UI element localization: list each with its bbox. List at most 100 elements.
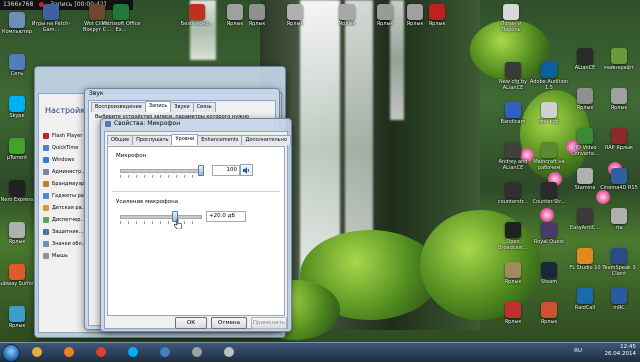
microphone-group: Микрофон 100 xyxy=(114,153,276,183)
desktop-icon[interactable]: Microsoft Office Ex... xyxy=(102,4,140,36)
mic-window-icon xyxy=(105,121,111,127)
mic-properties-window[interactable]: Свойства: Микрофон Общие Прослушать Уровни… xyxy=(100,118,292,332)
desktop-icon[interactable]: Open Broadcast... xyxy=(496,222,530,254)
desktop-icon[interactable]: Andrey and ALianCE xyxy=(496,142,530,174)
desktop-icon[interactable]: Skype xyxy=(0,96,34,128)
desktop-icon[interactable]: Ярлык xyxy=(532,302,566,334)
control-panel-item[interactable]: Защитник... xyxy=(43,228,83,236)
tab[interactable]: Запись xyxy=(144,101,172,112)
taskbar-app-button[interactable] xyxy=(154,345,176,359)
control-panel-item[interactable]: QuickTime xyxy=(43,144,78,152)
tab[interactable]: Дополнительно xyxy=(241,135,291,145)
cancel-button[interactable]: Отмена xyxy=(211,317,247,329)
taskbar-app-button[interactable] xyxy=(186,345,208,359)
speaker-icon xyxy=(242,166,249,174)
desktop-icon-label: Ярлык xyxy=(504,279,522,285)
shortcut-icon xyxy=(505,142,521,158)
desktop-icon[interactable]: FL Studio 10 xyxy=(568,248,602,280)
desktop-icon[interactable]: HD Video Converte... xyxy=(568,128,602,160)
shortcut-icon xyxy=(339,4,355,20)
control-panel-item[interactable]: Диспетчер... xyxy=(43,216,85,224)
desktop-icon[interactable]: Subway Surfers xyxy=(0,264,37,296)
desktop-icon[interactable]: Cinema4D R15 xyxy=(600,168,638,200)
desktop-icon-label: Maincraft на рабочем xyxy=(533,159,565,171)
sound-window-titlebar[interactable]: Звук xyxy=(85,89,279,99)
control-panel-item-icon xyxy=(43,133,49,139)
ok-button[interactable]: ОК xyxy=(175,317,207,329)
desktop-icon[interactable]: Ярлык xyxy=(0,222,34,254)
microphone-slider-track[interactable] xyxy=(120,169,202,173)
mic-window-titlebar[interactable]: Свойства: Микрофон xyxy=(101,119,291,129)
desktop-icon[interactable]: Bandicam xyxy=(496,102,530,134)
desktop-icon[interactable]: Ярлык xyxy=(496,262,530,294)
desktop-icon[interactable]: Ярлык xyxy=(330,4,364,36)
control-panel-item[interactable]: Администр... xyxy=(43,168,86,176)
taskbar-app-button[interactable] xyxy=(90,345,112,359)
microphone-value-field[interactable]: 100 xyxy=(212,165,240,176)
control-panel-item[interactable]: Брандмауэр xyxy=(43,180,84,188)
desktop-icon-label: Cinema4D R15 xyxy=(600,185,638,191)
desktop-icon[interactable]: Ярлык xyxy=(420,4,454,36)
tab[interactable]: Воспроизведение xyxy=(91,102,146,112)
desktop-icon[interactable]: TeamSpeak 3 Client xyxy=(602,248,636,280)
desktop-icon[interactable]: майнкрафт xyxy=(602,48,636,80)
desktop-icon[interactable]: Royal Quest xyxy=(532,222,566,254)
control-panel-item[interactable]: Windows xyxy=(43,156,74,164)
mic-window-body: Общие Прослушать Уровни Enhancements Дополни… xyxy=(104,131,291,329)
language-indicator[interactable]: RU xyxy=(574,348,582,355)
desktop-icon[interactable]: Staminа xyxy=(568,168,602,200)
tab[interactable]: Связь xyxy=(192,102,216,112)
desktop-icon[interactable]: Ярлык xyxy=(368,4,402,36)
tab[interactable]: Общие xyxy=(107,135,134,145)
desktop-icon[interactable]: Сеть xyxy=(0,54,34,86)
desktop-icon[interactable]: µTorrent xyxy=(0,138,34,170)
taskbar-app-button[interactable] xyxy=(58,345,80,359)
desktop-icon[interactable]: Ярлык xyxy=(240,4,274,36)
control-panel-item[interactable]: Flash Player xyxy=(43,132,82,140)
taskbar-app-button[interactable] xyxy=(26,345,48,359)
control-panel-item[interactable]: Мышь xyxy=(43,252,68,260)
desktop-icon[interactable]: Ярлык xyxy=(568,88,602,120)
desktop-icon[interactable]: Ярлык xyxy=(278,4,312,36)
desktop-icon[interactable]: Безопасно... xyxy=(180,4,214,36)
desktop-icon[interactable]: Ярлык xyxy=(0,306,34,338)
tab[interactable]: Звуки xyxy=(170,102,194,112)
desktop-icon[interactable]: Ярлык xyxy=(602,88,636,120)
tab[interactable]: Прослушать xyxy=(132,135,173,145)
clock-time[interactable]: 12:45 xyxy=(605,344,636,351)
desktop-icon[interactable]: ALianCE xyxy=(568,48,602,80)
desktop-icon[interactable]: Ярлык xyxy=(496,302,530,334)
taskbar-app-button[interactable] xyxy=(218,345,240,359)
taskbar-app-button[interactable] xyxy=(122,345,144,359)
desktop-icon[interactable]: мой кфг xyxy=(532,102,566,134)
control-panel-item[interactable]: Гаджеты ра... xyxy=(43,192,89,200)
desktop-icon[interactable]: Компьютер xyxy=(0,12,34,44)
shortcut-icon xyxy=(541,142,557,158)
desktop-icon[interactable]: Игры на Patch-Gam... xyxy=(32,4,70,36)
tab[interactable]: Enhancements xyxy=(197,135,243,145)
desktop-icon[interactable]: mRC xyxy=(602,288,636,320)
app-icon xyxy=(160,347,170,357)
desktop-icon[interactable]: Steam xyxy=(532,262,566,294)
desktop-icon[interactable]: counterstr... xyxy=(496,182,530,214)
clock-date[interactable]: 26.04.2014 xyxy=(605,351,637,358)
mute-button[interactable] xyxy=(240,164,253,176)
shortcut-icon xyxy=(505,62,521,78)
desktop-icon[interactable]: Adobe Audition 1.5 xyxy=(530,62,568,94)
desktop-icon[interactable]: Nero Express xyxy=(0,180,34,212)
apply-button[interactable]: Применить xyxy=(251,317,287,329)
desktop-icon[interactable]: RaidCall xyxy=(568,288,602,320)
control-panel-item[interactable]: Детская ра... xyxy=(43,204,86,212)
desktop-icon[interactable]: EasyAntiC... xyxy=(568,208,602,240)
start-button[interactable] xyxy=(2,344,20,362)
desktop-icon[interactable]: Логин и Пароль xyxy=(494,4,528,36)
desktop-icon[interactable]: New cfg by ALianCE xyxy=(496,62,530,94)
desktop-icon[interactable]: Counter-Str... xyxy=(532,182,566,214)
desktop-icon[interactable]: RAP Ярлык xyxy=(602,128,636,160)
control-panel-item[interactable]: Значки обл... xyxy=(43,240,86,248)
microphone-slider-thumb[interactable] xyxy=(198,165,204,176)
desktop-icon[interactable]: Maincraft на рабочем xyxy=(532,142,566,174)
desktop-icon[interactable]: rta xyxy=(602,208,636,240)
tab[interactable]: Уровни xyxy=(171,134,199,145)
boost-slider-track[interactable] xyxy=(120,215,202,219)
